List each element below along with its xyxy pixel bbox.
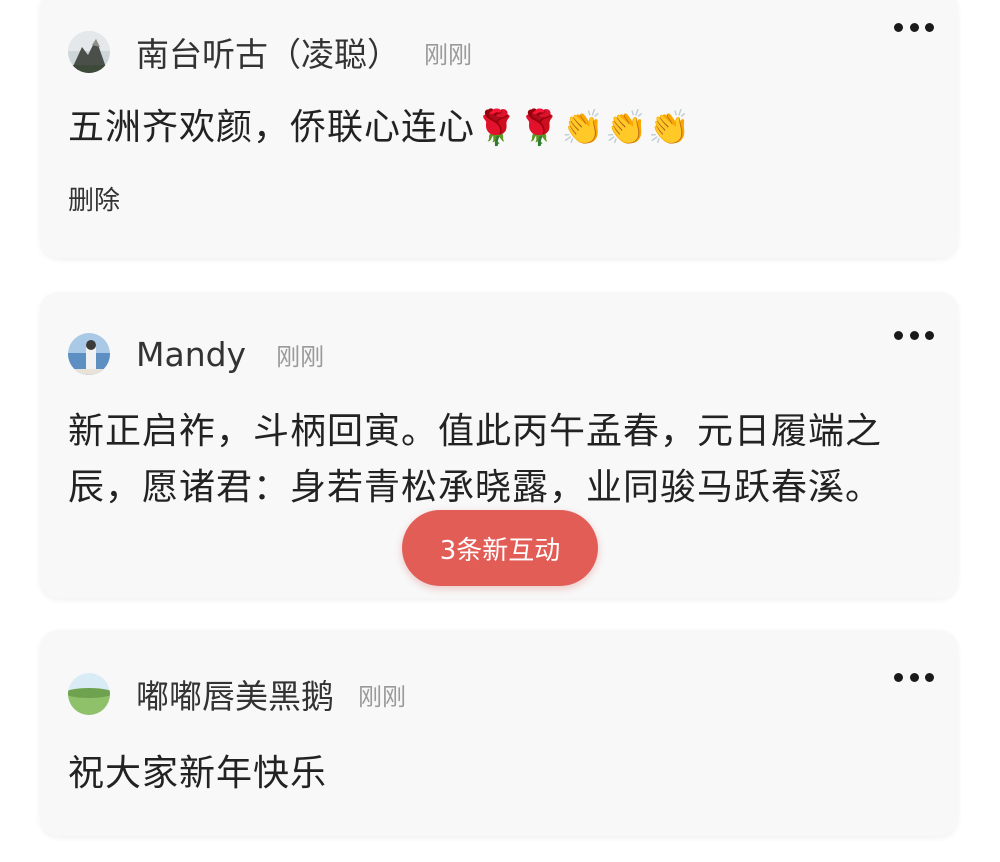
avatar[interactable] — [68, 673, 110, 715]
avatar[interactable] — [68, 333, 110, 375]
timestamp: 刚刚 — [424, 40, 472, 69]
timestamp: 刚刚 — [276, 342, 325, 371]
username[interactable]: 南台听古（凌聪） — [136, 28, 400, 76]
comment-text: 五洲齐欢颜，侨联心连心🌹🌹👏👏👏 — [68, 100, 938, 156]
delete-button[interactable]: 删除 — [68, 180, 120, 217]
more-options-icon[interactable] — [894, 670, 934, 684]
comment-text: 祝大家新年快乐 — [68, 753, 328, 794]
more-options-icon[interactable] — [894, 20, 934, 34]
timestamp: 刚刚 — [358, 682, 406, 711]
comment-header: 南台听古（凌聪） 刚刚 — [68, 30, 958, 74]
comment-header: 嘟嘟唇美黑鹅 刚刚 — [68, 672, 958, 716]
username[interactable]: Mandy — [136, 335, 246, 374]
comment-header: Mandy 刚刚 — [68, 332, 958, 376]
avatar[interactable] — [68, 31, 110, 73]
username[interactable]: 嘟嘟唇美黑鹅 — [136, 670, 334, 718]
mountain-photo-avatar-icon — [68, 31, 110, 73]
comment-body: 五洲齐欢颜，侨联心连心 — [68, 107, 476, 148]
more-options-icon[interactable] — [894, 328, 934, 342]
sea-photo-avatar-icon — [68, 333, 110, 375]
grassland-photo-avatar-icon — [68, 673, 110, 715]
emoji-rose-clap: 🌹🌹👏👏👏 — [475, 108, 692, 148]
new-interactions-button[interactable]: 3条新互动 — [402, 510, 598, 586]
comment-card: 南台听古（凌聪） 刚刚 五洲齐欢颜，侨联心连心🌹🌹👏👏👏 删除 — [40, 0, 958, 258]
comment-text: 新正启祚，斗柄回寅。值此丙午孟春，元日履端之辰，愿诸君：身若青松承晓露，业同骏马… — [68, 411, 883, 508]
comment-card: 嘟嘟唇美黑鹅 刚刚 祝大家新年快乐 — [40, 630, 958, 836]
